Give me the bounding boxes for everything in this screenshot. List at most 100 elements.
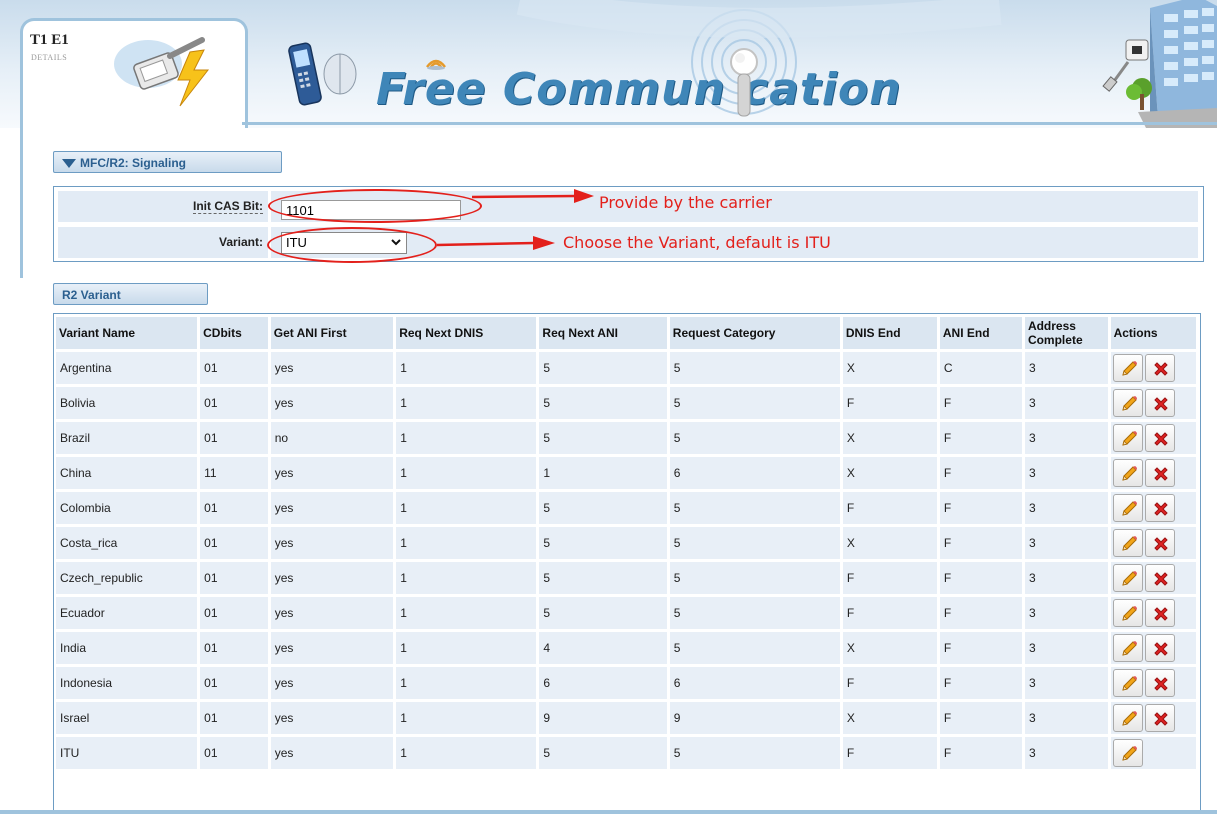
table-row: China 11 yes 1 1 6 X F 3 <box>56 457 1196 489</box>
table-cell: 01 <box>200 667 268 699</box>
edit-button[interactable] <box>1112 459 1143 487</box>
table-cell: Bolivia <box>56 387 198 419</box>
table-cell: 01 <box>200 702 268 734</box>
table-cell: 01 <box>200 492 268 524</box>
table-cell: 3 <box>1024 597 1108 629</box>
table-cell: 6 <box>669 667 840 699</box>
annotation-ellipse-cas <box>268 189 482 223</box>
table-cell: 1 <box>396 457 537 489</box>
signaling-section-header[interactable]: MFC/R2: Signaling <box>53 151 282 173</box>
table-cell: 1 <box>396 632 537 664</box>
delete-button[interactable] <box>1144 354 1175 382</box>
table-cell: 4 <box>539 632 667 664</box>
table-cell: 5 <box>539 562 667 594</box>
table-header-row: Variant Name CDbits Get ANI First Req Ne… <box>56 317 1196 349</box>
edit-button[interactable] <box>1112 354 1143 382</box>
actions-cell <box>1110 737 1196 769</box>
table-cell: F <box>939 632 1022 664</box>
column-header: Address Complete <box>1024 317 1108 349</box>
table-row: Ecuador 01 yes 1 5 5 F F 3 <box>56 597 1196 629</box>
building-icon <box>1102 0 1217 128</box>
delete-button[interactable] <box>1144 389 1175 417</box>
table-cell: 5 <box>539 422 667 454</box>
table-cell: yes <box>270 597 394 629</box>
r2-variant-section-header[interactable]: R2 Variant <box>53 283 208 305</box>
table-cell: X <box>842 422 937 454</box>
table-cell: F <box>939 387 1022 419</box>
table-cell: F <box>939 422 1022 454</box>
table-cell: 01 <box>200 597 268 629</box>
table-cell: 01 <box>200 562 268 594</box>
table-cell: F <box>842 492 937 524</box>
delete-button[interactable] <box>1144 564 1175 592</box>
edit-button[interactable] <box>1112 704 1143 732</box>
delete-button[interactable] <box>1144 424 1175 452</box>
table-cell: Colombia <box>56 492 198 524</box>
table-cell: F <box>939 562 1022 594</box>
table-row: Indonesia 01 yes 1 6 6 F F 3 <box>56 667 1196 699</box>
table-cell: Ecuador <box>56 597 198 629</box>
edit-button[interactable] <box>1112 389 1143 417</box>
network-plug-icon <box>114 37 210 107</box>
table-cell: 5 <box>539 597 667 629</box>
table-cell: 5 <box>669 527 840 559</box>
delete-button[interactable] <box>1144 669 1175 697</box>
table-cell: yes <box>270 352 394 384</box>
column-header: Get ANI First <box>270 317 394 349</box>
variant-table: Variant Name CDbits Get ANI First Req Ne… <box>54 314 1199 772</box>
collapse-triangle-icon <box>62 159 76 169</box>
table-cell: yes <box>270 457 394 489</box>
edit-button[interactable] <box>1112 564 1143 592</box>
table-cell: X <box>842 527 937 559</box>
table-cell: 5 <box>669 737 840 769</box>
table-cell: 5 <box>669 422 840 454</box>
edit-button[interactable] <box>1112 424 1143 452</box>
banner-divider <box>242 122 1217 125</box>
table-cell: 3 <box>1024 667 1108 699</box>
init-cas-label: Init CAS Bit: <box>193 199 263 214</box>
table-row: Bolivia 01 yes 1 5 5 F F 3 <box>56 387 1196 419</box>
delete-button[interactable] <box>1144 704 1175 732</box>
delete-button[interactable] <box>1144 459 1175 487</box>
delete-button[interactable] <box>1144 634 1175 662</box>
table-cell: 9 <box>539 702 667 734</box>
actions-cell <box>1110 457 1196 489</box>
table-cell: 1 <box>396 352 537 384</box>
edit-button[interactable] <box>1112 529 1143 557</box>
table-cell: F <box>842 562 937 594</box>
brand-title: Free Commun cation <box>376 64 902 115</box>
column-header: Actions <box>1110 317 1196 349</box>
edit-button[interactable] <box>1112 634 1143 662</box>
table-cell: Israel <box>56 702 198 734</box>
logo-subtitle: DETAILS <box>31 53 68 62</box>
table-cell: 5 <box>669 492 840 524</box>
table-cell: 5 <box>539 527 667 559</box>
variant-label: Variant: <box>218 235 263 249</box>
table-cell: F <box>939 492 1022 524</box>
edit-button[interactable] <box>1112 669 1143 697</box>
table-cell: yes <box>270 527 394 559</box>
table-cell: 01 <box>200 387 268 419</box>
annotation-ellipse-variant <box>267 227 437 263</box>
column-header: Variant Name <box>56 317 198 349</box>
edit-button[interactable] <box>1112 739 1143 767</box>
edit-button[interactable] <box>1112 494 1143 522</box>
annotation-arrow-cas <box>471 189 594 203</box>
table-cell: 3 <box>1024 422 1108 454</box>
table-cell: Czech_republic <box>56 562 198 594</box>
edit-button[interactable] <box>1112 599 1143 627</box>
table-row: Colombia 01 yes 1 5 5 F F 3 <box>56 492 1196 524</box>
actions-cell <box>1110 632 1196 664</box>
table-cell: 1 <box>396 387 537 419</box>
delete-button[interactable] <box>1144 599 1175 627</box>
delete-button[interactable] <box>1144 529 1175 557</box>
table-cell: X <box>842 352 937 384</box>
table-row: Czech_republic 01 yes 1 5 5 F F 3 <box>56 562 1196 594</box>
delete-button[interactable] <box>1144 494 1175 522</box>
table-cell: 6 <box>539 667 667 699</box>
table-cell: 1 <box>396 667 537 699</box>
table-cell: India <box>56 632 198 664</box>
table-cell: 1 <box>396 527 537 559</box>
column-header: ANI End <box>939 317 1022 349</box>
table-cell: 5 <box>669 387 840 419</box>
